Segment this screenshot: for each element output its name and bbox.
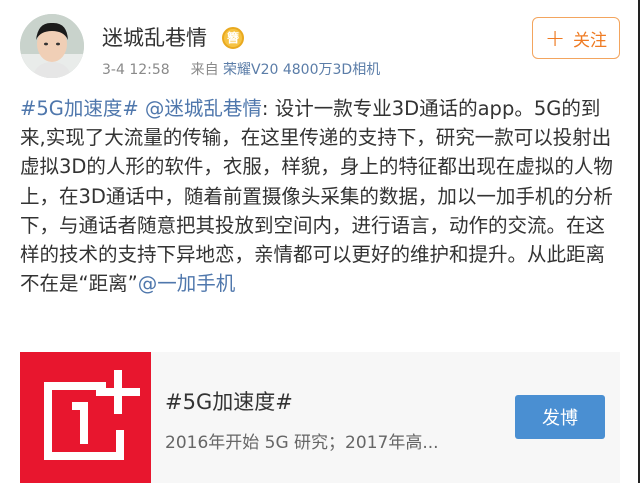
device-link[interactable]: 荣耀V20 4800万3D相机	[223, 62, 380, 78]
post-text: #5G加速度# @迷城乱巷情: 设计一款专业3D通话的app。5G的到来,实现了…	[20, 94, 620, 298]
post-button[interactable]: 发博	[515, 395, 605, 439]
card-title: #5G加速度#	[165, 390, 293, 414]
topic-link[interactable]: #5G加速度#	[20, 97, 139, 120]
post-timestamp: 3-4 12:58	[102, 62, 170, 78]
username[interactable]: 迷城乱巷情	[102, 24, 207, 52]
avatar[interactable]	[20, 14, 84, 78]
card-description: 2016年开始 5G 研究；2017年高...	[165, 433, 439, 453]
oneplus-logo-icon	[20, 352, 151, 483]
mention-oneplus-link[interactable]: @一加手机	[138, 272, 236, 295]
mention-author-link[interactable]: @迷城乱巷情	[145, 97, 262, 120]
post-meta: 3-4 12:58 来自 荣耀V20 4800万3D相机	[102, 60, 380, 80]
topic-card[interactable]: #5G加速度# 2016年开始 5G 研究；2017年高... 发博	[20, 352, 620, 483]
vip-crown-icon: 簪	[222, 27, 244, 49]
follow-button[interactable]: + 关注	[532, 17, 620, 59]
plus-icon: +	[544, 24, 566, 52]
weibo-post: 迷城乱巷情 簪 3-4 12:58 来自 荣耀V20 4800万3D相机 + 关…	[0, 0, 640, 483]
post-body: : 设计一款专业3D通话的app。5G的到来,实现了大流量的传输，在这里传递的支…	[20, 97, 613, 296]
from-label: 来自	[190, 62, 219, 78]
follow-label: 关注	[573, 30, 608, 51]
